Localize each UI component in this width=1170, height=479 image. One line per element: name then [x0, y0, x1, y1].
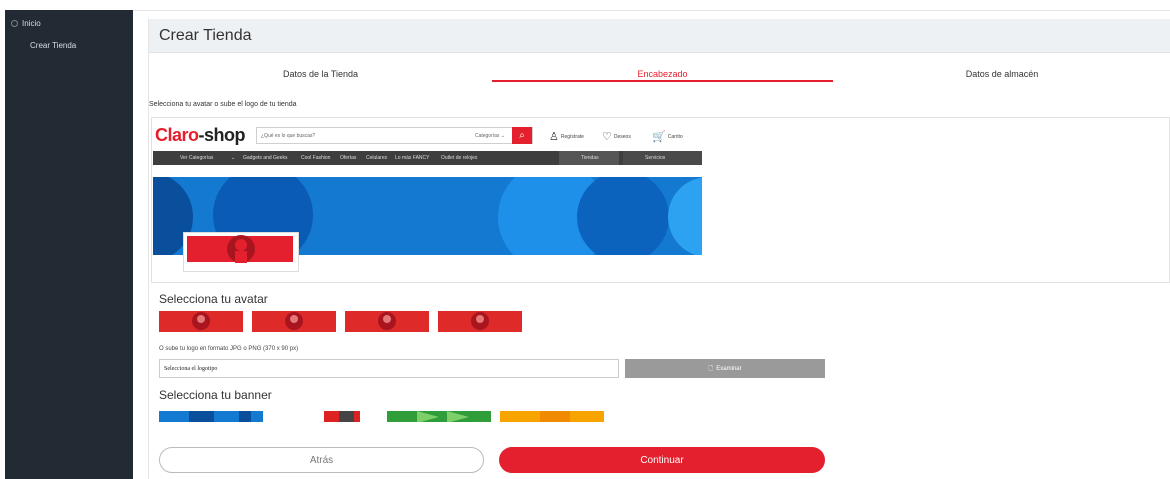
search-category: Categorías ⌄ — [474, 133, 505, 139]
banner-option[interactable] — [387, 410, 491, 422]
banner-section-title: Selecciona tu banner — [159, 388, 272, 402]
banner-option[interactable] — [500, 410, 604, 422]
user-icon: ♙ — [549, 131, 559, 143]
header-preview: Claro-shop ¿Qué es lo que buscas? Catego… — [151, 117, 1170, 283]
top-divider — [133, 10, 1170, 11]
preview-search-bar: ¿Qué es lo que buscas? Categorías ⌄ ⌕ — [256, 127, 533, 144]
avatar-option[interactable] — [345, 311, 429, 332]
sidebar-item-inicio[interactable]: Inicio — [11, 19, 41, 28]
preview-avatar — [183, 232, 299, 272]
cart-icon: 🛒 — [652, 131, 666, 143]
sidebar-item-label: Crear Tienda — [30, 41, 77, 50]
logo-file-field[interactable]: Selecciona el logotipo — [159, 359, 619, 378]
tab-datos-tienda[interactable]: Datos de la Tienda — [149, 66, 492, 82]
preview-wishlist: ♡ Deseos — [602, 131, 631, 143]
tab-bar: Datos de la Tienda Encabezado Datos de a… — [149, 66, 1170, 82]
preview-cart: 🛒 Carrito — [652, 131, 683, 143]
preview-user: ♙ Regístrate — [549, 131, 584, 143]
avatar-option[interactable] — [159, 311, 243, 332]
sidebar-item-crear-tienda[interactable]: Crear Tienda — [30, 41, 76, 50]
page-header: Crear Tienda — [149, 19, 1170, 53]
search-placeholder: ¿Qué es lo que buscas? — [261, 133, 316, 139]
avatar-option[interactable] — [252, 311, 336, 332]
page-title: Crear Tienda — [159, 27, 252, 44]
store-logo: Claro-shop — [155, 124, 246, 145]
preview-nav-bar: Ver Categorías ⌄ Gadgets and Geeks Cool … — [153, 151, 702, 165]
heart-icon: ♡ — [602, 131, 612, 143]
home-icon — [11, 20, 18, 27]
preview-store-header: Claro-shop ¿Qué es lo que buscas? Catego… — [153, 121, 702, 149]
instruction-text: Selecciona tu avatar o sube el logo de t… — [149, 101, 297, 108]
continue-button[interactable]: Continuar — [499, 447, 825, 473]
search-icon: ⌕ — [512, 127, 532, 144]
avatar-option[interactable] — [438, 311, 522, 332]
file-icon: 🗋 — [708, 365, 714, 372]
avatar-section-title: Selecciona tu avatar — [159, 292, 268, 306]
browse-button[interactable]: 🗋 Examinar — [625, 359, 825, 378]
tab-datos-almacen[interactable]: Datos de almacén — [833, 66, 1170, 82]
sidebar: Inicio Crear Tienda — [5, 10, 133, 479]
banner-option[interactable] — [274, 410, 378, 422]
back-button[interactable]: Atrás — [159, 447, 484, 473]
upload-note: O sube tu logo en formato JPG o PNG (370… — [159, 346, 299, 352]
main-content: Crear Tienda Datos de la Tienda Encabeza… — [148, 19, 1170, 479]
banner-option[interactable] — [159, 410, 263, 422]
sidebar-item-label: Inicio — [22, 19, 41, 28]
tab-encabezado[interactable]: Encabezado — [492, 66, 833, 82]
